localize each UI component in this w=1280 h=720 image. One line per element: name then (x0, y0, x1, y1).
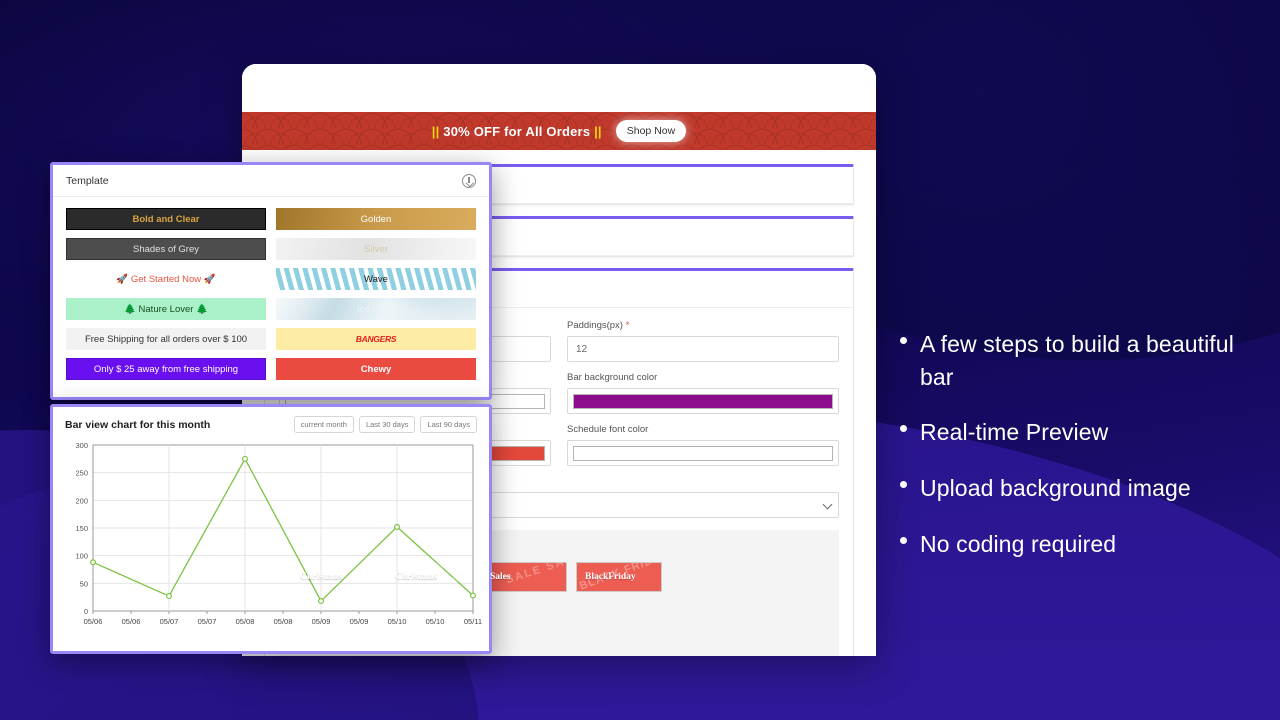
template-option-label: Shades of Grey (132, 243, 199, 255)
announcement-bar-preview: || 30% OFF for All Orders || Shop Now (242, 112, 876, 150)
svg-text:250: 250 (75, 469, 88, 478)
template-grid: Bold and Clear Golden Shades of Grey Sil… (53, 197, 489, 391)
gradient-thumb-black-friday[interactable]: BlackFriday (576, 562, 662, 592)
shop-now-button[interactable]: Shop Now (615, 120, 687, 142)
paddings-label: Paddings(px) * (567, 320, 839, 331)
gradient-thumb-sales[interactable]: Sales (481, 562, 567, 592)
template-option-label: Free Shipping for all orders over $ 100 (84, 333, 248, 345)
svg-text:05/11: 05/11 (464, 617, 482, 626)
template-option-label: Golden (360, 213, 392, 225)
svg-text:05/08: 05/08 (274, 617, 293, 626)
template-option-label: Ice Cube (356, 303, 396, 315)
chart-card-header: Bar view chart for this month current mo… (53, 407, 489, 437)
template-card: Template Bold and Clear Golden Shades of… (50, 162, 492, 400)
svg-text:0: 0 (84, 607, 88, 616)
chart-title: Bar view chart for this month (65, 418, 211, 431)
template-option-shades-of-grey[interactable]: Shades of Grey (66, 238, 266, 260)
gradient-thumb-label: Christmas (300, 572, 343, 582)
gradient-thumb-label: Christmas (395, 572, 438, 582)
template-option-chewy[interactable]: Chewy (276, 358, 476, 380)
feature-item-3: Upload background image (900, 472, 1270, 505)
paddings-input[interactable] (567, 336, 839, 362)
template-option-label: Chewy (360, 363, 392, 375)
template-option-nature-lover[interactable]: 🌲 Nature Lover 🌲 (66, 298, 266, 320)
bullet-icon (900, 425, 907, 433)
feature-text: No coding required (920, 530, 1117, 557)
svg-text:05/07: 05/07 (160, 617, 179, 626)
gradient-thumb-christmas-gifts[interactable]: Christmas (386, 562, 472, 592)
bar-background-color-swatch (573, 393, 833, 409)
chart-plot-area: 0 50 100 150 200 250 300 05/06 05/06 05/07 05/07 05… (53, 437, 489, 645)
template-option-bold-and-clear[interactable]: Bold and Clear (66, 208, 266, 230)
field-schedule-font-color: Schedule font color (567, 424, 839, 466)
gradient-thumbnail-list: Christmas Christmas Sales BlackFriday (291, 562, 827, 592)
chart-range-last-30-days[interactable]: Last 30 days (358, 416, 416, 433)
svg-text:05/06: 05/06 (84, 617, 103, 626)
template-option-free-shipping[interactable]: Free Shipping for all orders over $ 100 (66, 328, 266, 350)
svg-text:05/07: 05/07 (198, 617, 217, 626)
svg-text:300: 300 (75, 441, 88, 450)
template-option-label: BANGERS (355, 334, 397, 344)
browser-blank-area (242, 64, 876, 112)
feature-text: Real-time Preview (920, 419, 1109, 446)
template-option-label: 🌲 Nature Lover 🌲 (124, 303, 208, 315)
template-option-label: Only $ 25 away from free shipping (93, 363, 239, 375)
chart-card: Bar view chart for this month current mo… (50, 404, 492, 654)
template-option-bangers[interactable]: BANGERS (276, 328, 476, 350)
bullet-icon (900, 337, 907, 344)
template-option-label: 🚀 Get Started Now 🚀 (116, 273, 216, 285)
template-option-ice-cube[interactable]: Ice Cube (276, 298, 476, 320)
feature-text: A few steps to build a beautiful bar (920, 331, 1234, 390)
line-chart-svg: 0 50 100 150 200 250 300 05/06 05/06 05/07 05/07 05… (75, 441, 482, 626)
download-circle-icon[interactable] (462, 173, 476, 188)
feature-list: A few steps to build a beautiful bar Rea… (900, 328, 1270, 583)
announcement-message-text: 30% OFF for All Orders (443, 123, 591, 139)
svg-text:05/06: 05/06 (122, 617, 141, 626)
template-option-label: Wave (364, 273, 388, 285)
template-card-header: Template (53, 165, 489, 197)
svg-text:05/08: 05/08 (236, 617, 255, 626)
bullet-icon (900, 480, 907, 488)
pipe-left: || (431, 123, 440, 139)
gradient-thumb-label: BlackFriday (585, 572, 636, 582)
template-option-golden[interactable]: Golden (276, 208, 476, 230)
svg-text:05/10: 05/10 (388, 617, 407, 626)
chart-range-current-month[interactable]: current month (293, 416, 354, 433)
schedule-font-color-label: Schedule font color (567, 424, 649, 435)
svg-text:05/10: 05/10 (426, 617, 445, 626)
field-paddings: Paddings(px) * (567, 320, 839, 362)
announcement-message: || 30% OFF for All Orders || (432, 124, 602, 139)
paddings-label-text: Paddings(px) (567, 320, 623, 331)
required-marker: * (625, 320, 630, 331)
feature-item-2: Real-time Preview (900, 416, 1270, 449)
schedule-font-color-picker[interactable] (567, 440, 839, 466)
chart-range-buttons: current month Last 30 days Last 90 days (293, 416, 477, 433)
template-option-label: Silver (364, 243, 388, 255)
svg-text:100: 100 (75, 552, 88, 561)
template-option-label: Bold and Clear (132, 213, 200, 225)
template-option-get-started-now[interactable]: 🚀 Get Started Now 🚀 (66, 268, 266, 290)
chart-range-last-90-days[interactable]: Last 90 days (420, 416, 477, 433)
template-option-wave[interactable]: Wave (276, 268, 476, 290)
bar-background-color-picker[interactable] (567, 388, 839, 414)
feature-item-4: No coding required (900, 528, 1270, 561)
gradient-thumb-label: Sales (490, 572, 511, 582)
field-bar-background-color: Bar background color (567, 372, 839, 414)
pipe-right: || (594, 123, 602, 139)
svg-text:200: 200 (75, 496, 88, 505)
template-option-silver[interactable]: Silver (276, 238, 476, 260)
feature-item-1: A few steps to build a beautiful bar (900, 328, 1270, 393)
gradient-thumb-christmas-reindeer[interactable]: Christmas (291, 562, 377, 592)
bullet-icon (900, 536, 907, 544)
template-card-title: Template (66, 174, 109, 187)
feature-text: Upload background image (920, 474, 1191, 501)
svg-text:05/09: 05/09 (312, 617, 331, 626)
schedule-font-color-swatch (573, 445, 833, 461)
template-option-only-25-away[interactable]: Only $ 25 away from free shipping (66, 358, 266, 380)
svg-text:05/09: 05/09 (350, 617, 369, 626)
svg-text:150: 150 (75, 524, 88, 533)
bar-background-color-label: Bar background color (567, 372, 658, 383)
svg-text:50: 50 (80, 579, 88, 588)
